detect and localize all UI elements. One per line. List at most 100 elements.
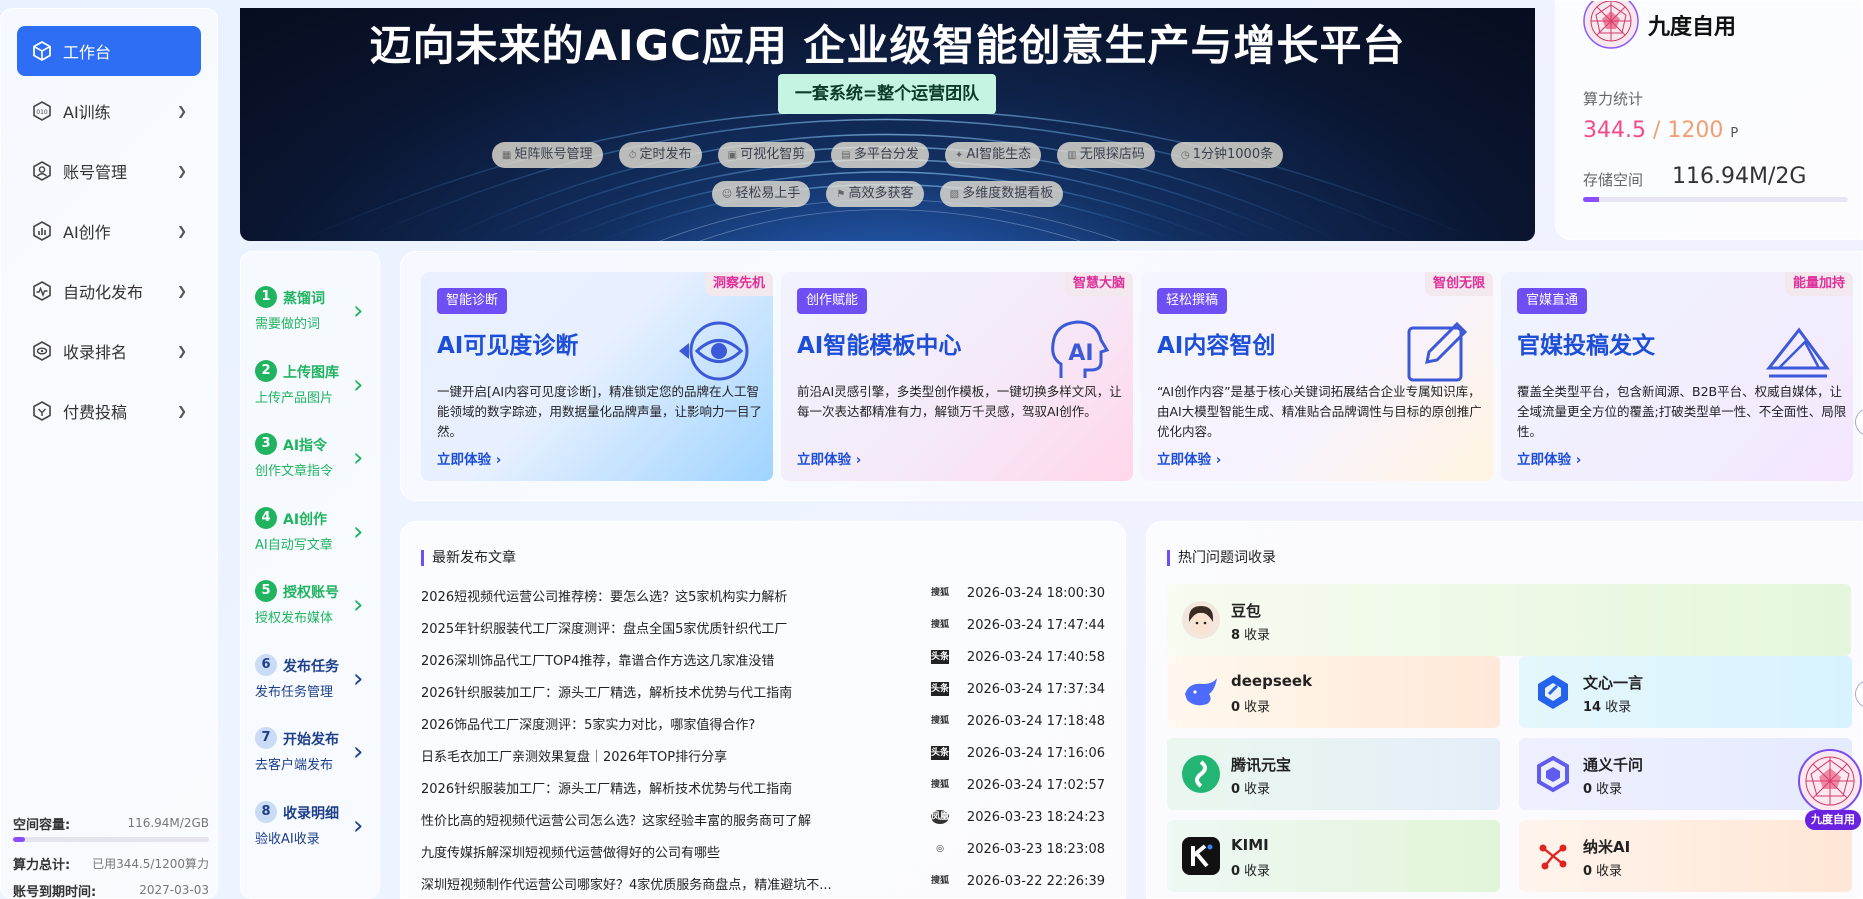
step-title: 蒸馏词 — [283, 291, 325, 307]
chevron-right-icon: ❯ — [176, 224, 187, 238]
count-value: 0 — [1231, 700, 1241, 715]
banner-tags-row-1: ▦ 矩阵账号管理 ⏱ 定时发布 ▣ 可视化智剪 ▤ 多平台分发 ✦ AI智能生态 ▥ 无限… — [240, 142, 1535, 168]
chevron-right-icon: ❯ — [176, 344, 187, 358]
feature-description: 前沿AI灵感引擎，多类型创作模板，一键切换多样文风，让每一次表达都精准有力，解锁… — [797, 384, 1122, 419]
feature-corner-tag: 智创无限 — [1424, 272, 1493, 296]
feature-card-content[interactable]: 轻松撰稿 智创无限 AI内容智创 “AI创作内容”是基于核心关键词拓展结合企业专… — [1141, 272, 1493, 481]
tag-label: 轻松易上手 — [735, 186, 801, 201]
latest-articles-panel: 最新发布文章 2026短视频代运营公司推荐榜：要怎么选？这5家机构实力解析 搜狐 2… — [400, 521, 1126, 899]
article-date: 2026-03-22 22:26:39 — [966, 874, 1105, 889]
hot-model-card[interactable]: 纳米AI 0 收录 — [1519, 820, 1852, 892]
floating-assistant-avatar[interactable] — [1797, 748, 1863, 818]
article-row[interactable]: 2026针织服装加工厂：源头工厂精选，解析技术优势与代工指南 搜狐 2026-03-… — [421, 770, 1105, 802]
space-capacity-label: 空间容量: — [13, 817, 71, 833]
article-row[interactable]: 2026针织服装加工厂：源头工厂精选，解析技术优势与代工指南 头条 2026-03-… — [421, 674, 1105, 706]
hot-model-card[interactable]: 文心一言 14 收录 — [1519, 656, 1852, 728]
tag-icon: ▦ — [501, 150, 515, 161]
hot-model-card[interactable]: deepseek 0 收录 — [1167, 656, 1500, 728]
sohu-source-icon: 搜狐 — [931, 716, 950, 726]
sidebar-item-account[interactable]: 账号管理 ❯ — [17, 146, 201, 196]
chevron-right-icon: › — [353, 443, 364, 473]
tag-icon: ▤ — [841, 150, 854, 161]
article-row[interactable]: 性价比高的短视频代运营公司怎么选？这家经验丰富的服务商可了解 凤凰 2026-03-… — [421, 802, 1105, 834]
feature-card-media[interactable]: 官媒直通 能量加持 官媒投稿发文 覆盖全类型平台，包含新闻源、B2B平台、权威自… — [1501, 272, 1853, 481]
chevron-right-icon: › — [353, 296, 364, 326]
count-suffix: 收录 — [1596, 864, 1623, 879]
article-title: 深圳短视频制作代运营公司哪家好？4家优质服务商盘点，精准避坑不... — [421, 878, 832, 893]
workflow-step[interactable]: 4 AI创作 AI自动写文章 › — [255, 499, 381, 559]
workflow-step[interactable]: 7 开始发布 去客户端发布 › — [255, 719, 381, 779]
feature-try-link[interactable]: 立即体验 › — [797, 448, 861, 468]
pulse-icon — [31, 280, 53, 302]
workflow-step[interactable]: 1 蒸馏词需要做的词 › — [255, 278, 381, 338]
article-row[interactable]: 日系毛衣加工厂亲测效果复盘｜2026年TOP排行分享 头条 2026-03-24 1… — [421, 738, 1105, 770]
sidebar-item-label: 账号管理 — [63, 163, 128, 182]
workflow-step[interactable]: 6 发布任务 发布任务管理 › — [255, 646, 381, 706]
step-title: 授权账号 — [283, 585, 339, 601]
count-value: 14 — [1583, 700, 1602, 715]
send-icon — [1765, 318, 1831, 388]
article-row[interactable]: 九度传媒拆解深圳短视频代运营做得好的公司有哪些 ◎ 2026-03-23 18:23… — [421, 834, 1105, 866]
sidebar-item-label: 自动化发布 — [63, 283, 144, 302]
article-row[interactable]: 2026短视频代运营公司推荐榜：要怎么选？这5家机构实力解析 搜狐 2026-03-… — [421, 578, 1105, 610]
feature-try-link[interactable]: 立即体验 › — [437, 448, 501, 468]
space-capacity-row: 空间容量: 116.94M/2GB — [13, 812, 209, 834]
article-row[interactable]: 2026深圳饰品代工厂TOP4推荐，靠谱合作方选这几家准没错 头条 2026-03-… — [421, 642, 1105, 674]
tag-label: 多维度数据看板 — [962, 186, 1054, 201]
feature-card-visibility[interactable]: 智能诊断 洞察先机 AI可见度诊断 一键开启[AI内容可见度诊断]，精准锁定您的… — [421, 272, 773, 481]
hot-model-card[interactable]: 腾讯元宝 0 收录 — [1167, 738, 1500, 810]
feature-card-template[interactable]: 创作赋能 智慧大脑 AI智能模板中心 AI 前沿AI灵感引擎，多类型创作模板，一… — [781, 272, 1133, 481]
step-subtitle: 授权发布媒体 — [255, 611, 334, 626]
banner-feature-tag: ▦ 矩阵账号管理 — [491, 142, 603, 168]
chevron-right-icon: ❯ — [176, 104, 187, 118]
chevron-right-icon: › — [353, 516, 364, 547]
step-subtitle: 需要做的词 — [255, 317, 321, 332]
hot-model-count: 0 收录 — [1583, 778, 1622, 797]
banner-title: 迈向未来的AIGC应用 企业级智能创意生产与增长平台 — [369, 21, 1406, 70]
sidebar-item-ai-create[interactable]: AI创作 ❯ — [17, 206, 201, 256]
banner-slogan-pill: 一套系统=整个运营团队 — [778, 74, 996, 114]
sidebar-item-workbench[interactable]: 工作台 — [17, 26, 201, 76]
feature-title: AI智能模板中心 — [797, 333, 962, 359]
feature-try-link[interactable]: 立即体验 › — [1517, 448, 1581, 468]
step-number: 6 — [255, 653, 277, 676]
sidebar-item-paid-post[interactable]: 付费投稿 ❯ — [17, 386, 201, 436]
space-capacity-value: 116.94M/2GB — [127, 816, 209, 830]
article-date: 2026-03-24 17:18:48 — [966, 714, 1105, 729]
article-row[interactable]: 深圳短视频制作代运营公司哪家好？4家优质服务商盘点，精准避坑不... 搜狐 2026… — [421, 866, 1105, 898]
storage-value: 116.94M/2G — [1672, 164, 1807, 189]
workflow-step[interactable]: 2 上传图库 上传产品图片 › — [255, 352, 381, 412]
workflow-step[interactable]: 8 收录明细 验收AI收录 › — [255, 793, 381, 853]
count-suffix: 收录 — [1244, 700, 1271, 715]
workflow-steps: 1 蒸馏词 需要做的词 › 2 上传图库 上传产品图片 › 3 AI指令 创作文章指令 › 4 AI创作 A… — [240, 251, 380, 899]
step-subtitle: 创作文章指令 — [255, 464, 334, 479]
article-row[interactable]: 2026饰品代工厂深度测评：5家实力对比，哪家值得合作? 搜狐 2026-03-24… — [421, 706, 1105, 738]
hot-model-card[interactable]: 豆包 8 收录 — [1167, 584, 1851, 656]
feature-try-link[interactable]: 立即体验 › — [1157, 448, 1221, 468]
sidebar-item-ai-train[interactable]: 010 AI训练 ❯ — [17, 86, 201, 136]
hot-model-name: 纳米AI — [1583, 838, 1631, 856]
article-title: 2026针织服装加工厂：源头工厂精选，解析技术优势与代工指南 — [421, 782, 793, 797]
workflow-step[interactable]: 5 授权账号 授权发布媒体 › — [255, 572, 381, 632]
step-subtitle: 发布任务管理 — [255, 684, 334, 700]
sidebar-item-auto-publish[interactable]: 自动化发布 ❯ — [17, 266, 201, 316]
chevron-right-icon: › — [353, 663, 364, 694]
article-date: 2026-03-24 17:16:06 — [966, 746, 1105, 761]
doubao-icon — [1181, 600, 1221, 640]
tag-label: 矩阵账号管理 — [514, 147, 593, 162]
eye-icon — [675, 318, 751, 388]
step-title: 上传图库 — [283, 364, 339, 381]
tongyi-icon — [1533, 754, 1573, 794]
hot-model-card[interactable]: KIMI 0 收录 — [1167, 820, 1500, 892]
avatar[interactable] — [1582, 0, 1640, 55]
sidebar-item-ranking[interactable]: 收录排名 ❯ — [17, 326, 201, 376]
step-number: 1 — [255, 286, 277, 308]
count-suffix: 收录 — [1244, 864, 1271, 879]
article-row[interactable]: 2025年针织服装代工厂深度测评：盘点全国5家优质针织代工厂 搜狐 2026-03-… — [421, 610, 1105, 642]
step-number: 4 — [255, 506, 277, 529]
sidebar-item-label: 工作台 — [63, 43, 112, 62]
workflow-step[interactable]: 3 AI指令 创作文章指令 › — [255, 425, 381, 485]
check-icon — [31, 400, 53, 422]
hot-model-count: 0 收录 — [1231, 778, 1270, 797]
chart-icon — [31, 220, 53, 242]
